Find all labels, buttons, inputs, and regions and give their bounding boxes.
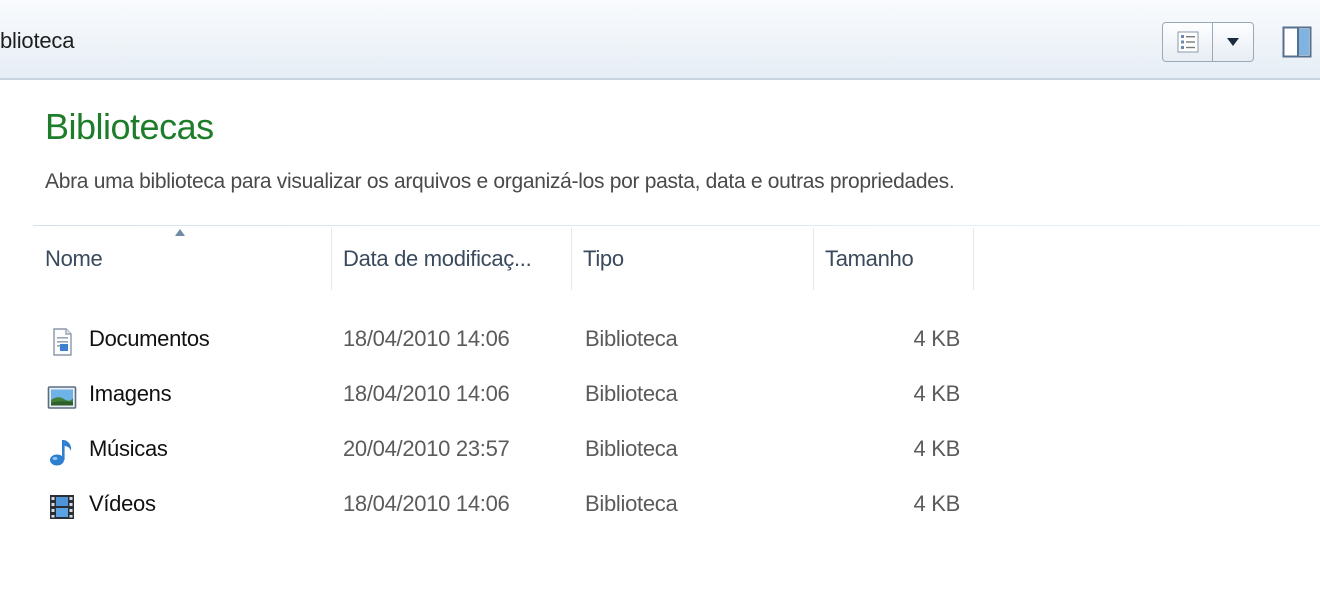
page-title: Bibliotecas <box>45 106 214 147</box>
file-size: 4 KB <box>913 491 961 516</box>
view-options-group <box>1162 22 1254 62</box>
list-item[interactable]: Imagens 18/04/2010 14:06 Biblioteca 4 KB <box>33 369 973 423</box>
file-type: Biblioteca <box>585 491 678 516</box>
videos-library-icon <box>50 495 74 519</box>
documents-library-icon <box>53 328 72 356</box>
header-divider <box>33 225 1320 226</box>
column-header-date-label: Data de modificaç... <box>343 246 532 271</box>
file-date: 18/04/2010 14:06 <box>343 491 510 516</box>
file-name: Imagens <box>89 381 172 406</box>
column-divider[interactable] <box>973 228 974 290</box>
file-name: Músicas <box>89 436 168 461</box>
toolbar: blioteca <box>0 0 1320 80</box>
file-name: Documentos <box>89 326 210 351</box>
file-type: Biblioteca <box>585 381 678 406</box>
column-header-type-label: Tipo <box>583 246 624 271</box>
file-date: 18/04/2010 14:06 <box>343 381 510 406</box>
column-header-size[interactable]: Tamanho <box>813 228 973 290</box>
change-view-button[interactable] <box>1163 23 1213 61</box>
column-header-name-label: Nome <box>45 246 103 271</box>
file-date: 20/04/2010 23:57 <box>343 436 510 461</box>
file-size: 4 KB <box>913 436 961 461</box>
file-size: 4 KB <box>913 381 961 406</box>
file-type: Biblioteca <box>585 436 678 461</box>
preview-pane-button[interactable] <box>1280 22 1314 62</box>
column-header-size-label: Tamanho <box>825 246 914 271</box>
list-item[interactable]: Músicas 20/04/2010 23:57 Biblioteca 4 KB <box>33 424 973 478</box>
preview-pane-icon <box>1282 26 1312 58</box>
list-item[interactable]: Documentos 18/04/2010 14:06 Biblioteca 4… <box>33 314 973 368</box>
details-view-icon <box>1177 31 1198 53</box>
file-type: Biblioteca <box>585 326 678 351</box>
page-subtitle: Abra uma biblioteca para visualizar os a… <box>45 170 955 193</box>
file-date: 18/04/2010 14:06 <box>343 326 510 351</box>
file-size: 4 KB <box>913 326 961 351</box>
list-item[interactable]: Vídeos 18/04/2010 14:06 Biblioteca 4 KB <box>33 479 973 533</box>
column-header-type[interactable]: Tipo <box>571 228 813 290</box>
chevron-down-icon <box>1227 38 1239 46</box>
pictures-library-icon <box>47 386 77 409</box>
view-dropdown-button[interactable] <box>1213 23 1253 61</box>
music-library-icon <box>50 440 72 466</box>
sort-ascending-icon <box>175 229 185 236</box>
breadcrumb[interactable]: blioteca <box>0 28 74 54</box>
column-header-date[interactable]: Data de modificaç... <box>331 228 571 290</box>
file-name: Vídeos <box>89 491 156 516</box>
